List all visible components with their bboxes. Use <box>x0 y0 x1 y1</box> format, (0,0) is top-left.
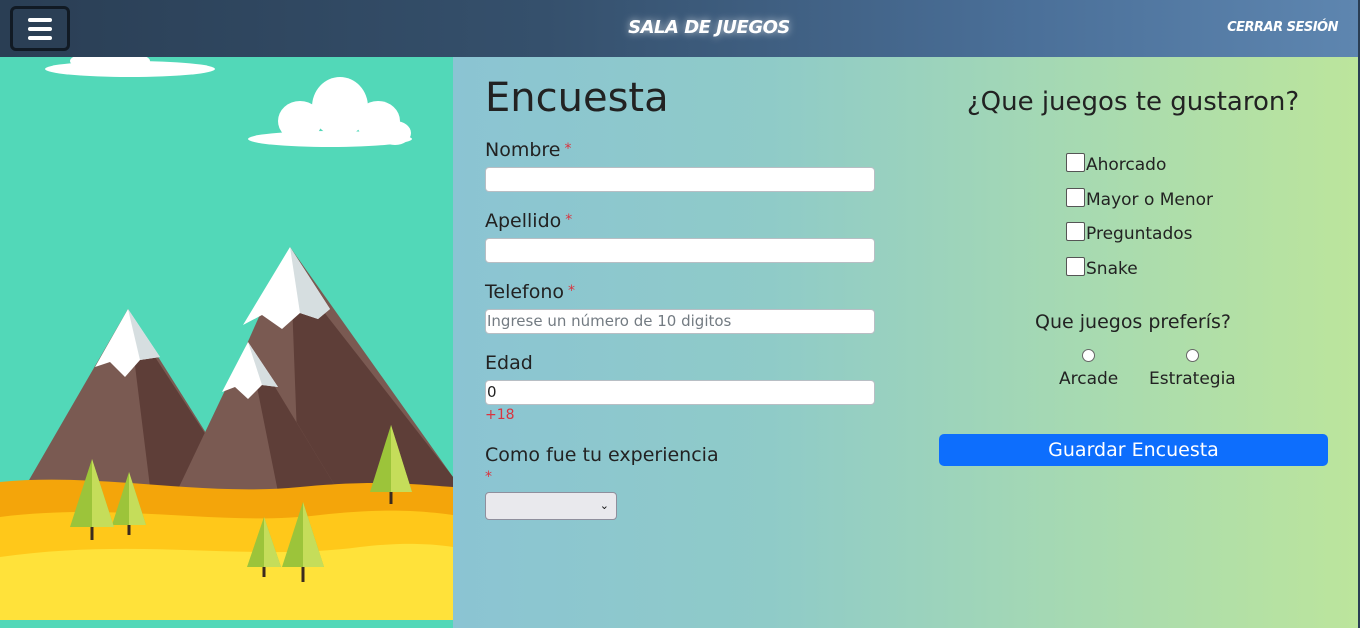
navbar: SALA DE JUEGOS CERRAR SESIÓN <box>0 0 1360 57</box>
save-survey-button[interactable]: Guardar Encuesta <box>939 434 1328 466</box>
required-mark: * <box>565 212 573 228</box>
survey-panel: Encuesta Nombre * Apellido * Telefono * Ing… <box>453 57 1358 628</box>
preference-question: Que juegos preferís? <box>1035 311 1231 333</box>
experiencia-label: Como fue tu experiencia <box>485 444 719 466</box>
experiencia-select[interactable]: ⌄ <box>485 492 617 520</box>
game-option-snake[interactable]: Snake <box>1066 256 1213 292</box>
logout-link[interactable]: CERRAR SESIÓN <box>1227 20 1338 35</box>
telefono-input[interactable]: Ingrese un número de 10 digitos <box>485 309 875 334</box>
required-mark: * <box>564 141 572 157</box>
games-question: ¿Que juegos te gustaron? <box>966 87 1300 117</box>
edad-hint: +18 <box>485 407 515 423</box>
required-mark: * <box>485 469 492 485</box>
game-option-ahorcado[interactable]: Ahorcado <box>1066 153 1213 188</box>
preference-option-arcade[interactable]: Arcade <box>1059 349 1118 389</box>
required-mark: * <box>568 283 576 299</box>
radio-button[interactable] <box>1082 349 1096 362</box>
checkbox[interactable] <box>1066 222 1085 241</box>
checkbox[interactable] <box>1066 256 1085 276</box>
page-title: Encuesta <box>485 75 669 121</box>
nombre-input[interactable] <box>485 167 875 192</box>
edad-input[interactable]: 0 <box>485 380 875 405</box>
nombre-label: Nombre * <box>485 139 572 161</box>
telefono-label: Telefono * <box>485 281 576 303</box>
apellido-input[interactable] <box>485 238 875 263</box>
preference-option-estrategia[interactable]: Estrategia <box>1149 349 1236 389</box>
games-checkbox-list: Ahorcado Mayor o Menor Preguntados Snake <box>1066 153 1213 291</box>
mountain-landscape-illustration <box>0 57 453 628</box>
radio-button[interactable] <box>1185 349 1199 362</box>
edad-label: Edad <box>485 352 533 374</box>
checkbox[interactable] <box>1066 153 1085 172</box>
chevron-down-icon: ⌄ <box>599 499 609 512</box>
checkbox[interactable] <box>1066 187 1085 207</box>
game-option-mayor-o-menor[interactable]: Mayor o Menor <box>1066 187 1213 223</box>
apellido-label: Apellido * <box>485 210 573 232</box>
brand-title[interactable]: SALA DE JUEGOS <box>0 17 1360 38</box>
game-option-preguntados[interactable]: Preguntados <box>1066 222 1213 257</box>
